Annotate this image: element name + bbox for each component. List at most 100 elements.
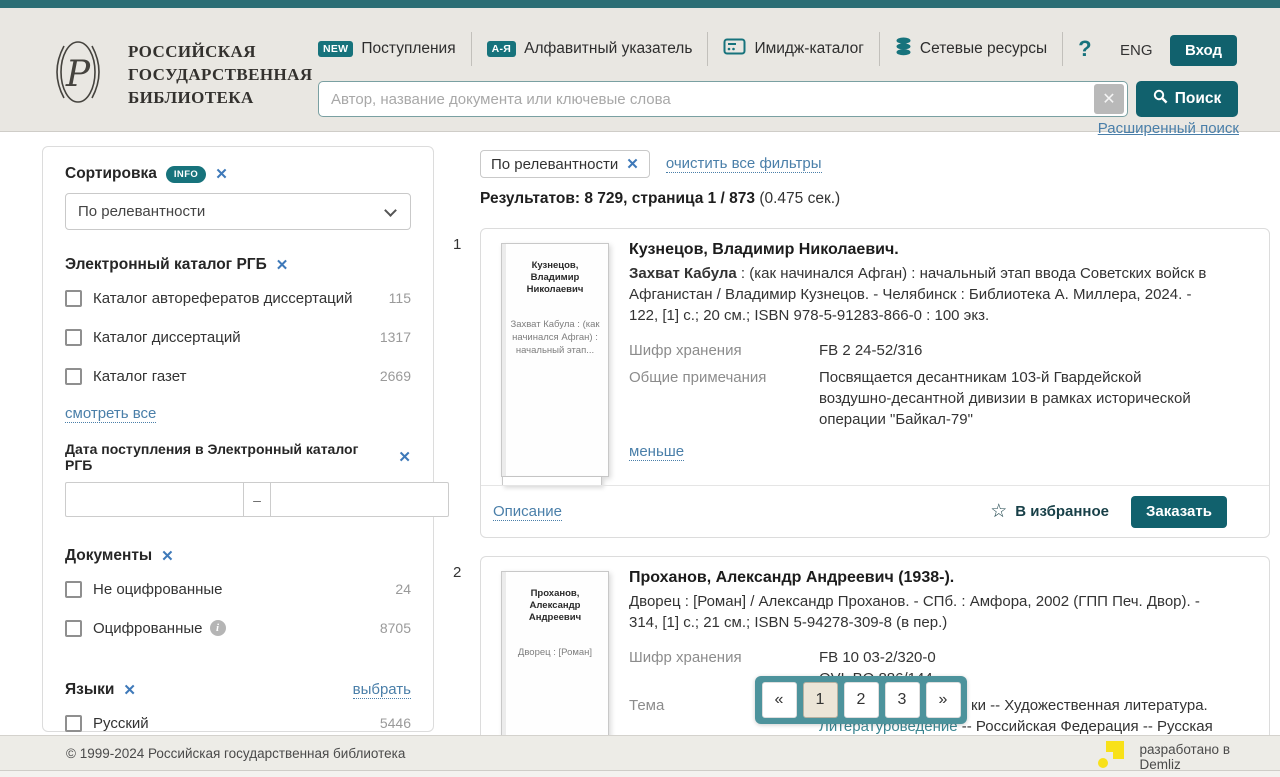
- page-header: Р РОССИЙСКАЯ ГОСУДАРСТВЕННАЯ БИБЛИОТЕКА …: [0, 8, 1280, 132]
- filter-option-row: Каталог авторефератов диссертаций 115: [65, 283, 411, 313]
- filter-label: Не оцифрованные: [93, 581, 223, 598]
- book-cover-thumbnail[interactable]: Кузнецов, Владимир Николаевич Захват Каб…: [501, 243, 611, 486]
- results-summary: Результатов: 8 729, страница 1 / 873 (0.…: [480, 190, 840, 208]
- date-from-input[interactable]: [65, 482, 243, 517]
- documents-reset-icon[interactable]: ✕: [161, 547, 174, 565]
- pagination-page-2[interactable]: 2: [844, 682, 879, 718]
- search-bar: ✕: [318, 81, 1128, 117]
- checkbox[interactable]: [65, 329, 82, 346]
- divider: [879, 32, 880, 66]
- copyright-text: © 1999-2024 Российская государственная б…: [66, 746, 405, 761]
- checkbox[interactable]: [65, 715, 82, 732]
- choose-languages-link[interactable]: выбрать: [353, 681, 411, 699]
- cover-author-text: Кузнецов, Владимир Николаевич: [510, 260, 600, 296]
- result-card: Кузнецов, Владимир Николаевич Захват Каб…: [480, 228, 1270, 538]
- advanced-search-link[interactable]: Расширенный поиск: [1098, 120, 1239, 137]
- nav-item-network-resources[interactable]: Сетевые ресурсы: [895, 37, 1047, 61]
- info-badge: INFO: [166, 166, 206, 183]
- active-filter-chip: По релевантности ✕: [480, 150, 650, 178]
- rsl-catalog-page: Р РОССИЙСКАЯ ГОСУДАРСТВЕННАЯ БИБЛИОТЕКА …: [0, 0, 1280, 777]
- nav-label: Поступления: [361, 40, 455, 58]
- filter-count: 1317: [380, 329, 411, 345]
- pagination-prev-button[interactable]: «: [762, 682, 797, 718]
- filters-sidebar: Сортировка INFO ✕ По релевантности Элект…: [42, 146, 434, 732]
- sort-select[interactable]: По релевантности: [65, 193, 411, 230]
- pagination: « 1 2 3 »: [755, 676, 967, 724]
- new-badge: NEW: [318, 41, 353, 57]
- clear-all-filters-link[interactable]: очистить все фильтры: [666, 155, 822, 173]
- detail-row: Общие примечания Посвящается десантникам…: [629, 367, 1249, 430]
- languages-reset-icon[interactable]: ✕: [123, 681, 136, 699]
- date-range: –: [65, 482, 411, 517]
- divider: [707, 32, 708, 66]
- divider: [1062, 32, 1063, 66]
- languages-title: Языки: [65, 681, 114, 699]
- top-navigation: NEW Поступления А-Я Алфавитный указатель: [318, 30, 1092, 68]
- documents-section-header: Документы ✕: [65, 547, 411, 565]
- cover-title-text: Захват Кабула : (как начинался Афган) : …: [510, 318, 600, 357]
- checkbox[interactable]: [65, 368, 82, 385]
- add-to-favorites-button[interactable]: ☆ В избранное: [990, 500, 1109, 523]
- filter-label: Каталог авторефератов диссертаций: [93, 290, 353, 307]
- theme-rest: -- Российская Федерация -- Русская: [958, 718, 1213, 735]
- login-button[interactable]: Вход: [1170, 35, 1237, 66]
- checkbox[interactable]: [65, 620, 82, 637]
- date-section-header: Дата поступления в Электронный каталог Р…: [65, 441, 411, 473]
- pagination-page-3[interactable]: 3: [885, 682, 920, 718]
- results-count: Результатов: 8 729, страница 1 / 873: [480, 190, 755, 207]
- nav-item-new-arrivals[interactable]: NEW Поступления: [318, 40, 456, 58]
- result-actions: Описание ☆ В избранное Заказать: [481, 485, 1269, 537]
- date-to-input[interactable]: [271, 482, 449, 517]
- result-author-heading[interactable]: Проханов, Александр Андреевич (1938-).: [629, 569, 1249, 587]
- show-less-link[interactable]: меньше: [629, 443, 684, 461]
- filter-count: 24: [395, 581, 411, 597]
- database-icon: [895, 37, 912, 61]
- pagination-next-button[interactable]: »: [926, 682, 961, 718]
- catalog-card-icon: [723, 38, 746, 60]
- search-button[interactable]: Поиск: [1136, 81, 1238, 117]
- magnifier-icon: [1153, 89, 1168, 109]
- nav-item-alphabetical-index[interactable]: А-Я Алфавитный указатель: [487, 40, 693, 58]
- filter-option-row: Русский 5446: [65, 708, 411, 738]
- description-link[interactable]: Описание: [493, 503, 562, 521]
- languages-section-header: Языки ✕ выбрать: [65, 681, 411, 699]
- checkbox[interactable]: [65, 290, 82, 307]
- top-accent-strip: [0, 0, 1280, 8]
- sort-selected-value: По релевантности: [78, 203, 205, 220]
- library-name-line: РОССИЙСКАЯ: [128, 40, 313, 63]
- result-desc-text: Дворец : [Роман] / Александр Проханов. -…: [629, 593, 1200, 631]
- theme-line: ки -- Художественная литература.: [971, 695, 1239, 716]
- chip-remove-icon[interactable]: ✕: [626, 155, 639, 173]
- date-title: Дата поступления в Электронный каталог Р…: [65, 441, 389, 473]
- clear-search-button[interactable]: ✕: [1094, 84, 1124, 114]
- filter-count: 8705: [380, 620, 411, 636]
- sort-reset-icon[interactable]: ✕: [215, 165, 228, 183]
- see-all-link[interactable]: смотреть все: [65, 405, 156, 423]
- nav-item-image-catalog[interactable]: Имидж-каталог: [723, 38, 863, 60]
- documents-title: Документы: [65, 547, 152, 565]
- result-bibliographic-description: Дворец : [Роман] / Александр Проханов. -…: [629, 591, 1217, 633]
- language-toggle[interactable]: ENG: [1120, 42, 1153, 59]
- result-author-heading[interactable]: Кузнецов, Владимир Николаевич.: [629, 241, 1249, 259]
- filter-count: 2669: [380, 368, 411, 384]
- divider: [471, 32, 472, 66]
- pagination-page-1[interactable]: 1: [803, 682, 838, 718]
- filter-count: 115: [389, 290, 411, 306]
- date-reset-icon[interactable]: ✕: [398, 448, 411, 466]
- filter-option-row: Каталог газет 2669: [65, 361, 411, 391]
- rgb-monogram-logo[interactable]: Р: [46, 28, 110, 119]
- detail-label: Общие примечания: [629, 367, 819, 430]
- star-icon: ☆: [990, 500, 1007, 523]
- filter-label: Русский: [93, 715, 149, 732]
- result-number: 2: [453, 564, 461, 581]
- help-button[interactable]: ?: [1078, 36, 1091, 62]
- catalog-reset-icon[interactable]: ✕: [276, 256, 289, 274]
- detail-value: Посвящается десантникам 103-й Гвардейско…: [819, 367, 1217, 430]
- shelf-code-line: FB 10 03-2/320-0: [819, 647, 1217, 668]
- detail-label: Шифр хранения: [629, 340, 819, 361]
- checkbox[interactable]: [65, 581, 82, 598]
- result-bibliographic-description: Захват Кабула : (как начинался Афган) : …: [629, 263, 1217, 326]
- active-filters-row: По релевантности ✕ очистить все фильтры: [480, 150, 822, 178]
- search-input[interactable]: [318, 81, 1128, 117]
- order-button[interactable]: Заказать: [1131, 496, 1227, 528]
